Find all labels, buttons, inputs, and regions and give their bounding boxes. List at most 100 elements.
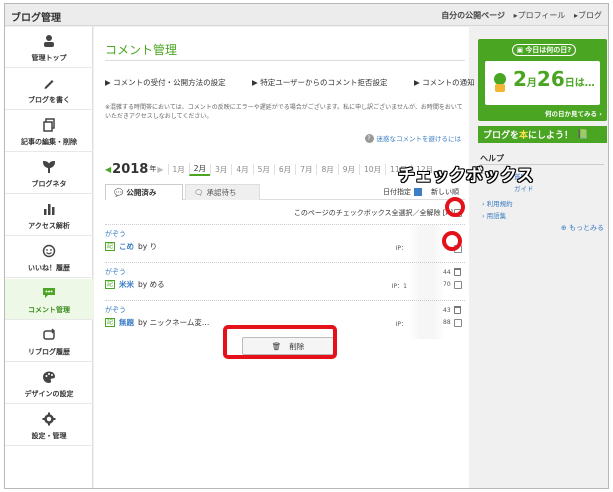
sidebar-item-edit-articles[interactable]: 記事の編集・削除 (5, 111, 93, 152)
main-content: コメント管理 ▶ コメントの受付・公開方法の設定 ▶ 特定ユーザーからのコメント… (94, 27, 490, 488)
comment-author[interactable]: がぞう (105, 305, 126, 315)
pencil-icon (5, 75, 93, 91)
help-more-link[interactable]: ⊕ もっとみる (561, 223, 604, 233)
comment-title[interactable]: 無題 (119, 317, 134, 328)
date-day: 26 (536, 67, 565, 91)
next-year-icon[interactable]: ▶ (157, 165, 163, 174)
ip-fragment: 70 (443, 281, 451, 288)
sidebar-item-admin-top[interactable]: 管理トップ (5, 27, 93, 68)
prev-year-icon[interactable]: ◀ (105, 165, 111, 174)
today-banner[interactable]: ▣ 今日は何の日? 2月26日は… 何の日か見てみる › (478, 39, 607, 121)
book-icon: 📗 (577, 129, 589, 140)
annotation-circle (445, 197, 465, 217)
sidebar-item-design-settings[interactable]: デザインの設定 (5, 363, 93, 404)
nav-blog[interactable]: ▸ブログ (574, 11, 602, 20)
comment-title[interactable]: こめ (119, 241, 134, 252)
today-pill: ▣ 今日は何の日? (512, 44, 576, 56)
help-more-label: もっとみる (569, 224, 604, 232)
redacted-area (409, 225, 445, 263)
top-nav: 自分の公開ページ ▸プロフィール ▸ブログ (435, 10, 602, 21)
month-tab[interactable]: 7月 (295, 163, 316, 175)
sidebar-item-access-analysis[interactable]: アクセス解析 (5, 195, 93, 236)
annotation-box (223, 325, 337, 359)
month-tab[interactable]: 1月 (167, 163, 189, 175)
link-label: 特定ユーザーからのコメント拒否設定 (260, 78, 388, 87)
reblog-icon (5, 327, 93, 343)
comment-by: by める (138, 280, 165, 289)
month-tab[interactable]: 5月 (252, 163, 274, 175)
comment-ip: IP： (395, 245, 407, 252)
help-link-glossary[interactable]: › 用語集 (482, 210, 506, 220)
select-all-label: このページのチェックボックス全選択／全解除 [A] (293, 209, 453, 217)
today-more-link[interactable]: 何の日か見てみる › (545, 108, 602, 118)
sidebar-item-label: 設定・管理 (31, 432, 67, 440)
help-link-label: 用語集 (486, 212, 507, 220)
month-tab[interactable]: 8月 (316, 163, 337, 175)
link-comment-settings[interactable]: ▶ コメントの受付・公開方法の設定 (105, 78, 238, 87)
tab-published[interactable]: 💬 公開済み (105, 184, 183, 200)
bar-chart-icon (5, 201, 93, 217)
page-title: コメント管理 (105, 43, 178, 57)
sidebar-item-label: コメント管理 (28, 306, 70, 314)
book-banner-highlight: 本 (519, 131, 529, 141)
month-tab-selected[interactable]: 2月 (188, 162, 211, 176)
sidebar-item-settings[interactable]: 設定・管理 (5, 405, 93, 446)
month-tab[interactable]: 9月 (337, 163, 359, 175)
gear-icon (5, 411, 93, 427)
comment-icon: 🗨 (194, 188, 204, 197)
help-link-terms[interactable]: › 利用規約 (482, 198, 513, 208)
link-comment-block-settings[interactable]: ▶ 特定ユーザーからのコメント拒否設定 (252, 78, 400, 87)
sidebar-item-label: 管理トップ (31, 54, 67, 62)
sort-options: 日付指定 新しい順 (383, 187, 459, 197)
sort-newest-label[interactable]: 新しい順 (431, 187, 459, 197)
smiley-icon (5, 243, 93, 259)
date-suffix: 日は… (564, 78, 595, 89)
nav-profile[interactable]: ▸プロフィール (514, 11, 566, 20)
month-tab[interactable]: 10月 (359, 163, 385, 175)
sidebar-item-write[interactable]: ブログを書く (5, 69, 93, 110)
settings-links: ▶ コメントの受付・公開方法の設定 ▶ 特定ユーザーからのコメント拒否設定 ▶ … (105, 77, 490, 88)
top-bar: ブログ管理 自分の公開ページ ▸プロフィール ▸ブログ (5, 4, 608, 26)
comment-target: 記 無題 by ニックネーム変… (105, 317, 209, 328)
comment-icon (5, 285, 93, 301)
tab-label: 承認待ち (206, 188, 237, 197)
date-filter-label: 日付指定 (383, 188, 411, 196)
book-banner[interactable]: ブログを本にしよう！ 📗 (478, 126, 607, 143)
sidebar-item-likes-history[interactable]: いいね！履歴 (5, 237, 93, 278)
comment-title[interactable]: 米米 (119, 279, 134, 290)
article-tag: 記 (105, 280, 116, 289)
palette-icon (5, 369, 93, 385)
trash-icon[interactable] (454, 268, 461, 276)
month-tab[interactable]: 3月 (210, 163, 231, 175)
trash-icon[interactable] (454, 306, 461, 314)
date-month-unit: 月 (526, 78, 537, 89)
today-pill-label: 今日は何の日? (525, 46, 572, 54)
sidebar-item-reblog-history[interactable]: リブログ履歴 (5, 321, 93, 362)
comment-checkbox[interactable] (454, 281, 462, 289)
annotation-circle (442, 231, 462, 251)
sidebar-item-label: アクセス解析 (28, 222, 70, 230)
sidebar-item-comment-management[interactable]: コメント管理 (5, 279, 93, 320)
comment-author[interactable]: がぞう (105, 229, 126, 239)
year-label: 2018 (112, 161, 149, 177)
comment-author[interactable]: がぞう (105, 267, 126, 277)
month-tab[interactable]: 4月 (231, 163, 252, 175)
calendar-icon[interactable] (414, 188, 422, 196)
sidebar-item-label: 記事の編集・削除 (21, 138, 77, 146)
sidebar-item-blog-ideas[interactable]: ブログネタ (5, 153, 93, 194)
comment-target: 記 こめ by り (105, 241, 157, 252)
redacted-area (409, 263, 445, 301)
article-tag: 記 (105, 318, 116, 327)
person-icon (5, 33, 93, 49)
month-tab[interactable]: 6月 (273, 163, 295, 175)
spam-help-link[interactable]: ? 迷惑なコメントを避けるには (364, 133, 461, 143)
title-divider (105, 60, 465, 61)
sidebar-item-label: デザインの設定 (24, 390, 74, 398)
nav-my-public-page[interactable]: 自分の公開ページ (441, 11, 505, 20)
comment-ip: IP：1 (391, 283, 407, 290)
comment-row: がぞう 記 米米 by める IP：1 44 70 (105, 262, 465, 301)
tab-pending[interactable]: 🗨 承認待ち (185, 184, 260, 200)
link-label: コメントの受付・公開方法の設定 (113, 78, 226, 87)
comment-checkbox[interactable] (454, 319, 462, 327)
today-date-box: 2月26日は… (485, 61, 600, 105)
